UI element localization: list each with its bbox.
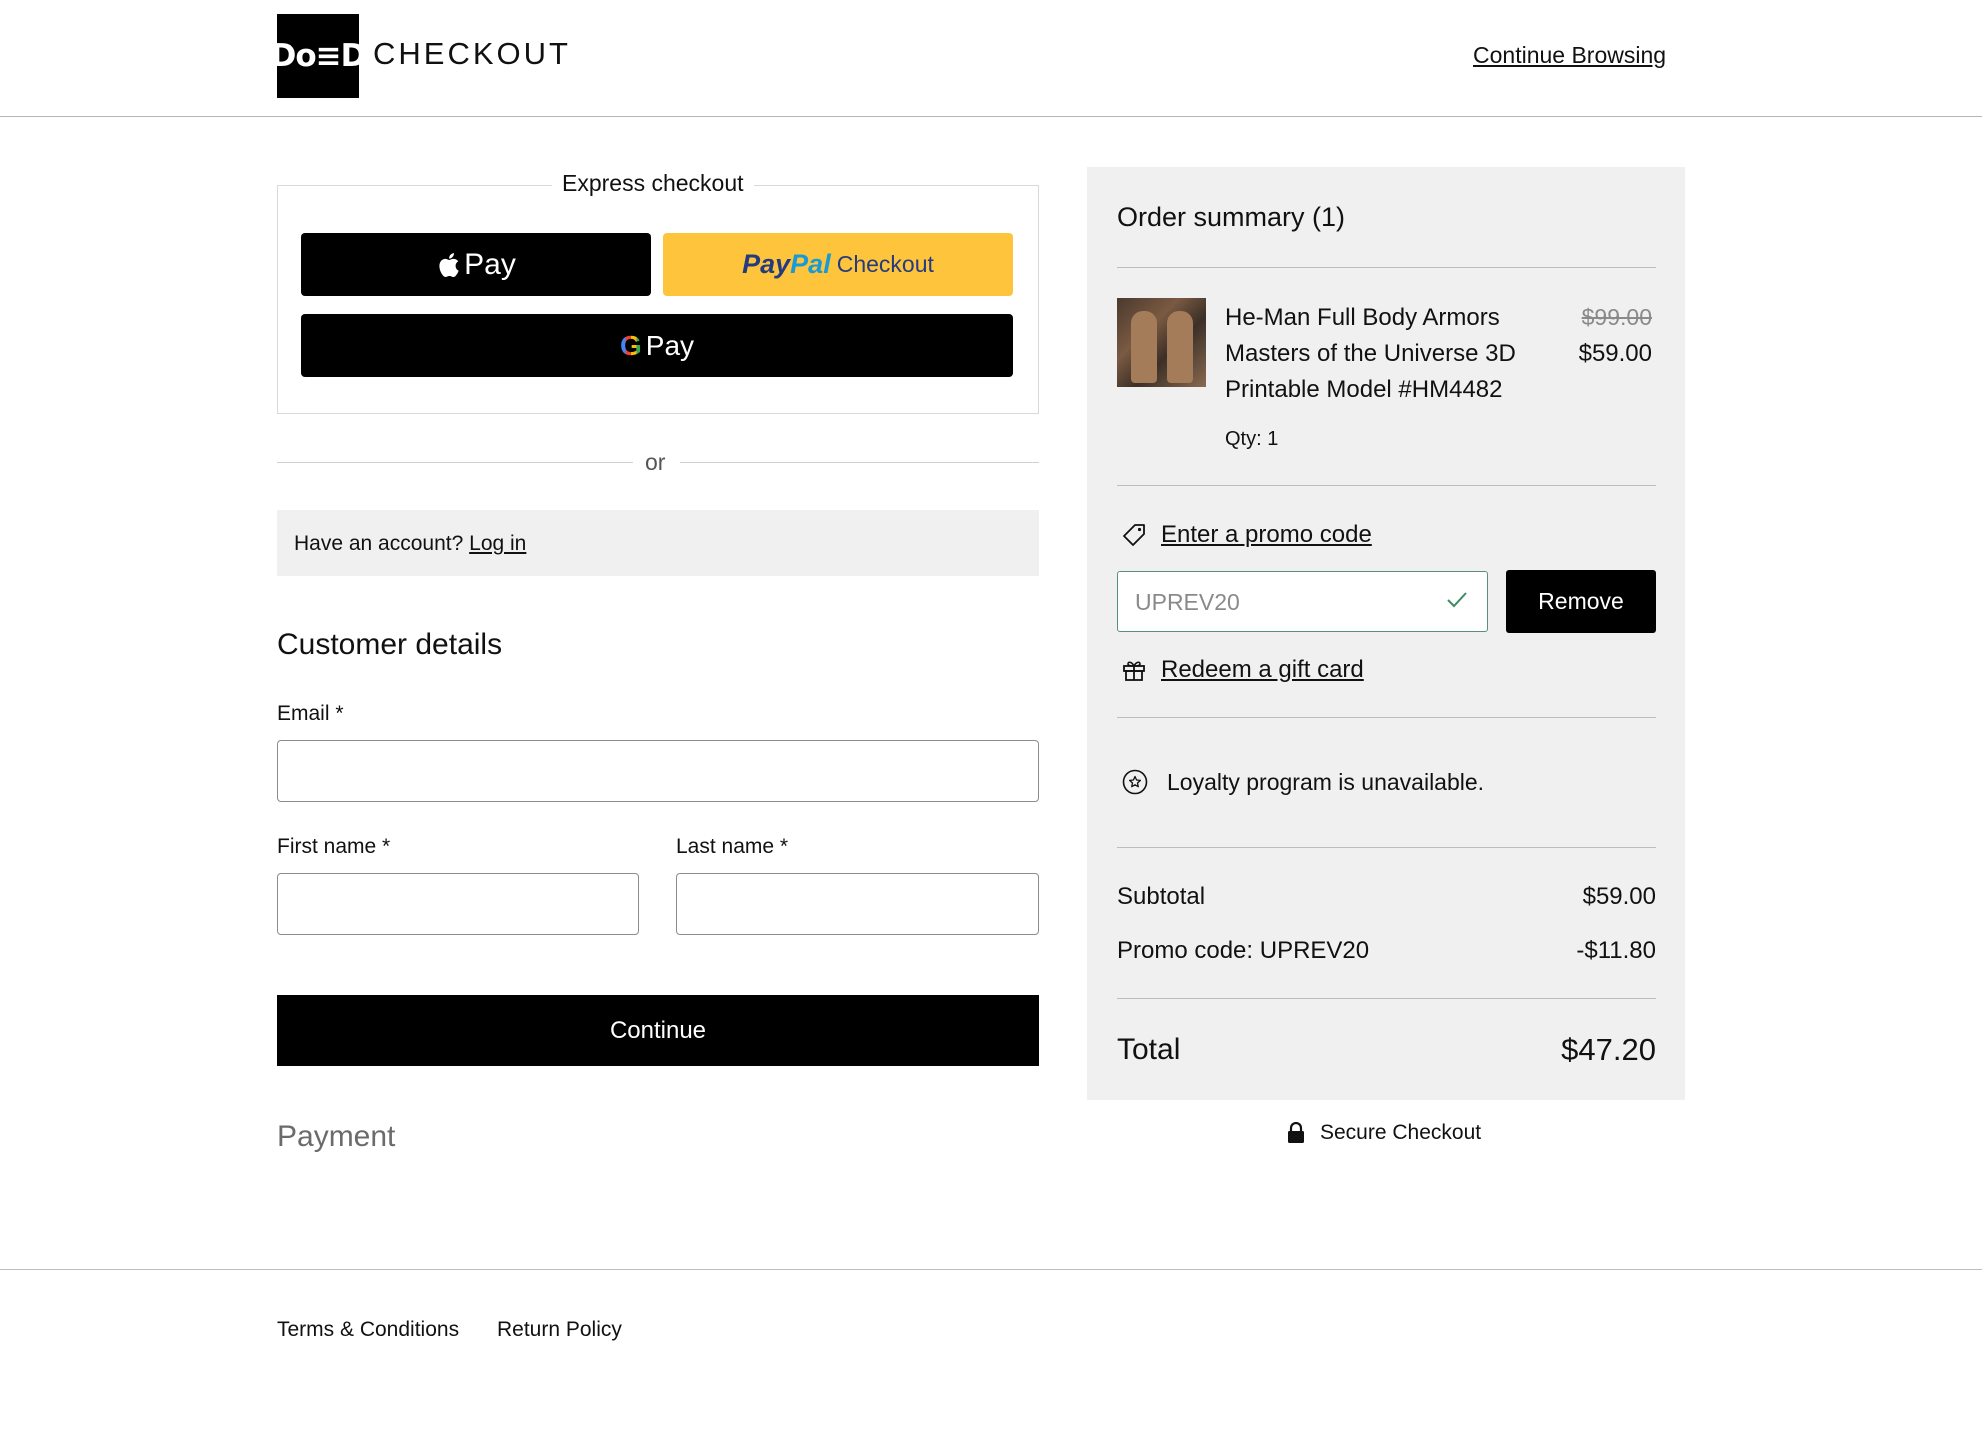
account-prompt: Have an account? Log in (294, 532, 526, 556)
terms-conditions-link[interactable]: Terms & Conditions (277, 1318, 459, 1342)
email-field[interactable] (277, 740, 1039, 802)
loyalty-text: Loyalty program is unavailable. (1167, 768, 1485, 795)
redeem-gift-card-label: Redeem a gift card (1161, 656, 1364, 683)
first-name-label: First name * (277, 835, 391, 858)
order-summary-title: Order summary (1) (1117, 202, 1346, 232)
product-name: He-Man Full Body Armors Masters of the U… (1225, 304, 1516, 403)
redeem-gift-card-link[interactable]: Redeem a gift card (1121, 656, 1364, 684)
google-icon: G (619, 329, 642, 361)
lock-icon (1288, 1122, 1304, 1143)
loyalty-notice: Loyalty program is unavailable. (1121, 768, 1484, 796)
product-thumbnail (1117, 298, 1206, 387)
summary-divider (1117, 717, 1656, 718)
last-name-field[interactable] (676, 873, 1039, 935)
total-label: Total (1117, 1033, 1181, 1066)
product-original-price: $99.00 (1581, 304, 1652, 330)
product-price: $59.00 (1578, 340, 1652, 367)
promo-line-label: Promo code: UPREV20 (1117, 937, 1370, 964)
payment-section-title[interactable]: Payment (277, 1120, 395, 1154)
secure-checkout-badge: Secure Checkout (1286, 1121, 1481, 1145)
gift-icon (1123, 661, 1145, 681)
product-figure-right (1167, 311, 1193, 383)
account-prompt-text: Have an account? (294, 532, 464, 555)
summary-divider (1117, 847, 1656, 848)
or-divider-left (277, 462, 633, 463)
checkout-header: Do≡D CHECKOUT Continue Browsing (0, 0, 1982, 117)
summary-divider (1117, 485, 1656, 486)
paypal-logo-pay: Pay (742, 249, 791, 279)
subtotal-value: $59.00 (1582, 883, 1656, 910)
tag-icon (1123, 524, 1145, 546)
subtotal-label: Subtotal (1117, 883, 1206, 910)
paypal-checkout-button[interactable]: Pay Pal Checkout (663, 233, 1013, 296)
or-divider-right (680, 462, 1039, 463)
enter-promo-code-label: Enter a promo code (1161, 521, 1372, 548)
continue-button[interactable]: Continue (277, 995, 1039, 1066)
paypal-logo-pal: Pal (790, 249, 831, 279)
google-pay-button[interactable]: G Pay (301, 314, 1013, 377)
express-checkout-box (277, 185, 1039, 414)
brand-logo[interactable]: Do≡D (271, 14, 366, 98)
last-name-label: Last name * (676, 835, 789, 858)
footer-divider (0, 1269, 1982, 1270)
first-name-field[interactable] (277, 873, 639, 935)
total-value: $47.20 (1561, 1032, 1656, 1067)
return-policy-link[interactable]: Return Policy (497, 1318, 622, 1342)
promo-code-value: UPREV20 (1135, 589, 1240, 615)
star-circle-icon (1122, 769, 1148, 795)
email-label: Email * (277, 702, 344, 725)
remove-promo-button[interactable]: Remove (1506, 570, 1656, 633)
customer-details-title: Customer details (277, 628, 503, 661)
summary-divider (1117, 267, 1656, 268)
apple-icon (439, 252, 459, 277)
promo-line-value: -$11.80 (1576, 937, 1656, 964)
check-icon (1447, 592, 1467, 608)
continue-browsing-link[interactable]: Continue Browsing (1473, 42, 1666, 69)
summary-divider (1117, 998, 1656, 999)
product-figure-left (1131, 311, 1157, 383)
apple-pay-button[interactable]: Pay (301, 233, 651, 296)
google-pay-label: Pay (645, 329, 695, 361)
or-divider-text: or (645, 449, 666, 475)
product-quantity: Qty: 1 (1225, 428, 1279, 450)
page-title: CHECKOUT (373, 36, 571, 71)
paypal-checkout-label: Checkout (836, 251, 934, 277)
enter-promo-code-link[interactable]: Enter a promo code (1121, 521, 1372, 549)
secure-checkout-label: Secure Checkout (1320, 1121, 1482, 1144)
apple-pay-label: Pay (464, 247, 516, 281)
login-link[interactable]: Log in (469, 532, 526, 555)
express-checkout-legend: Express checkout (552, 170, 754, 197)
